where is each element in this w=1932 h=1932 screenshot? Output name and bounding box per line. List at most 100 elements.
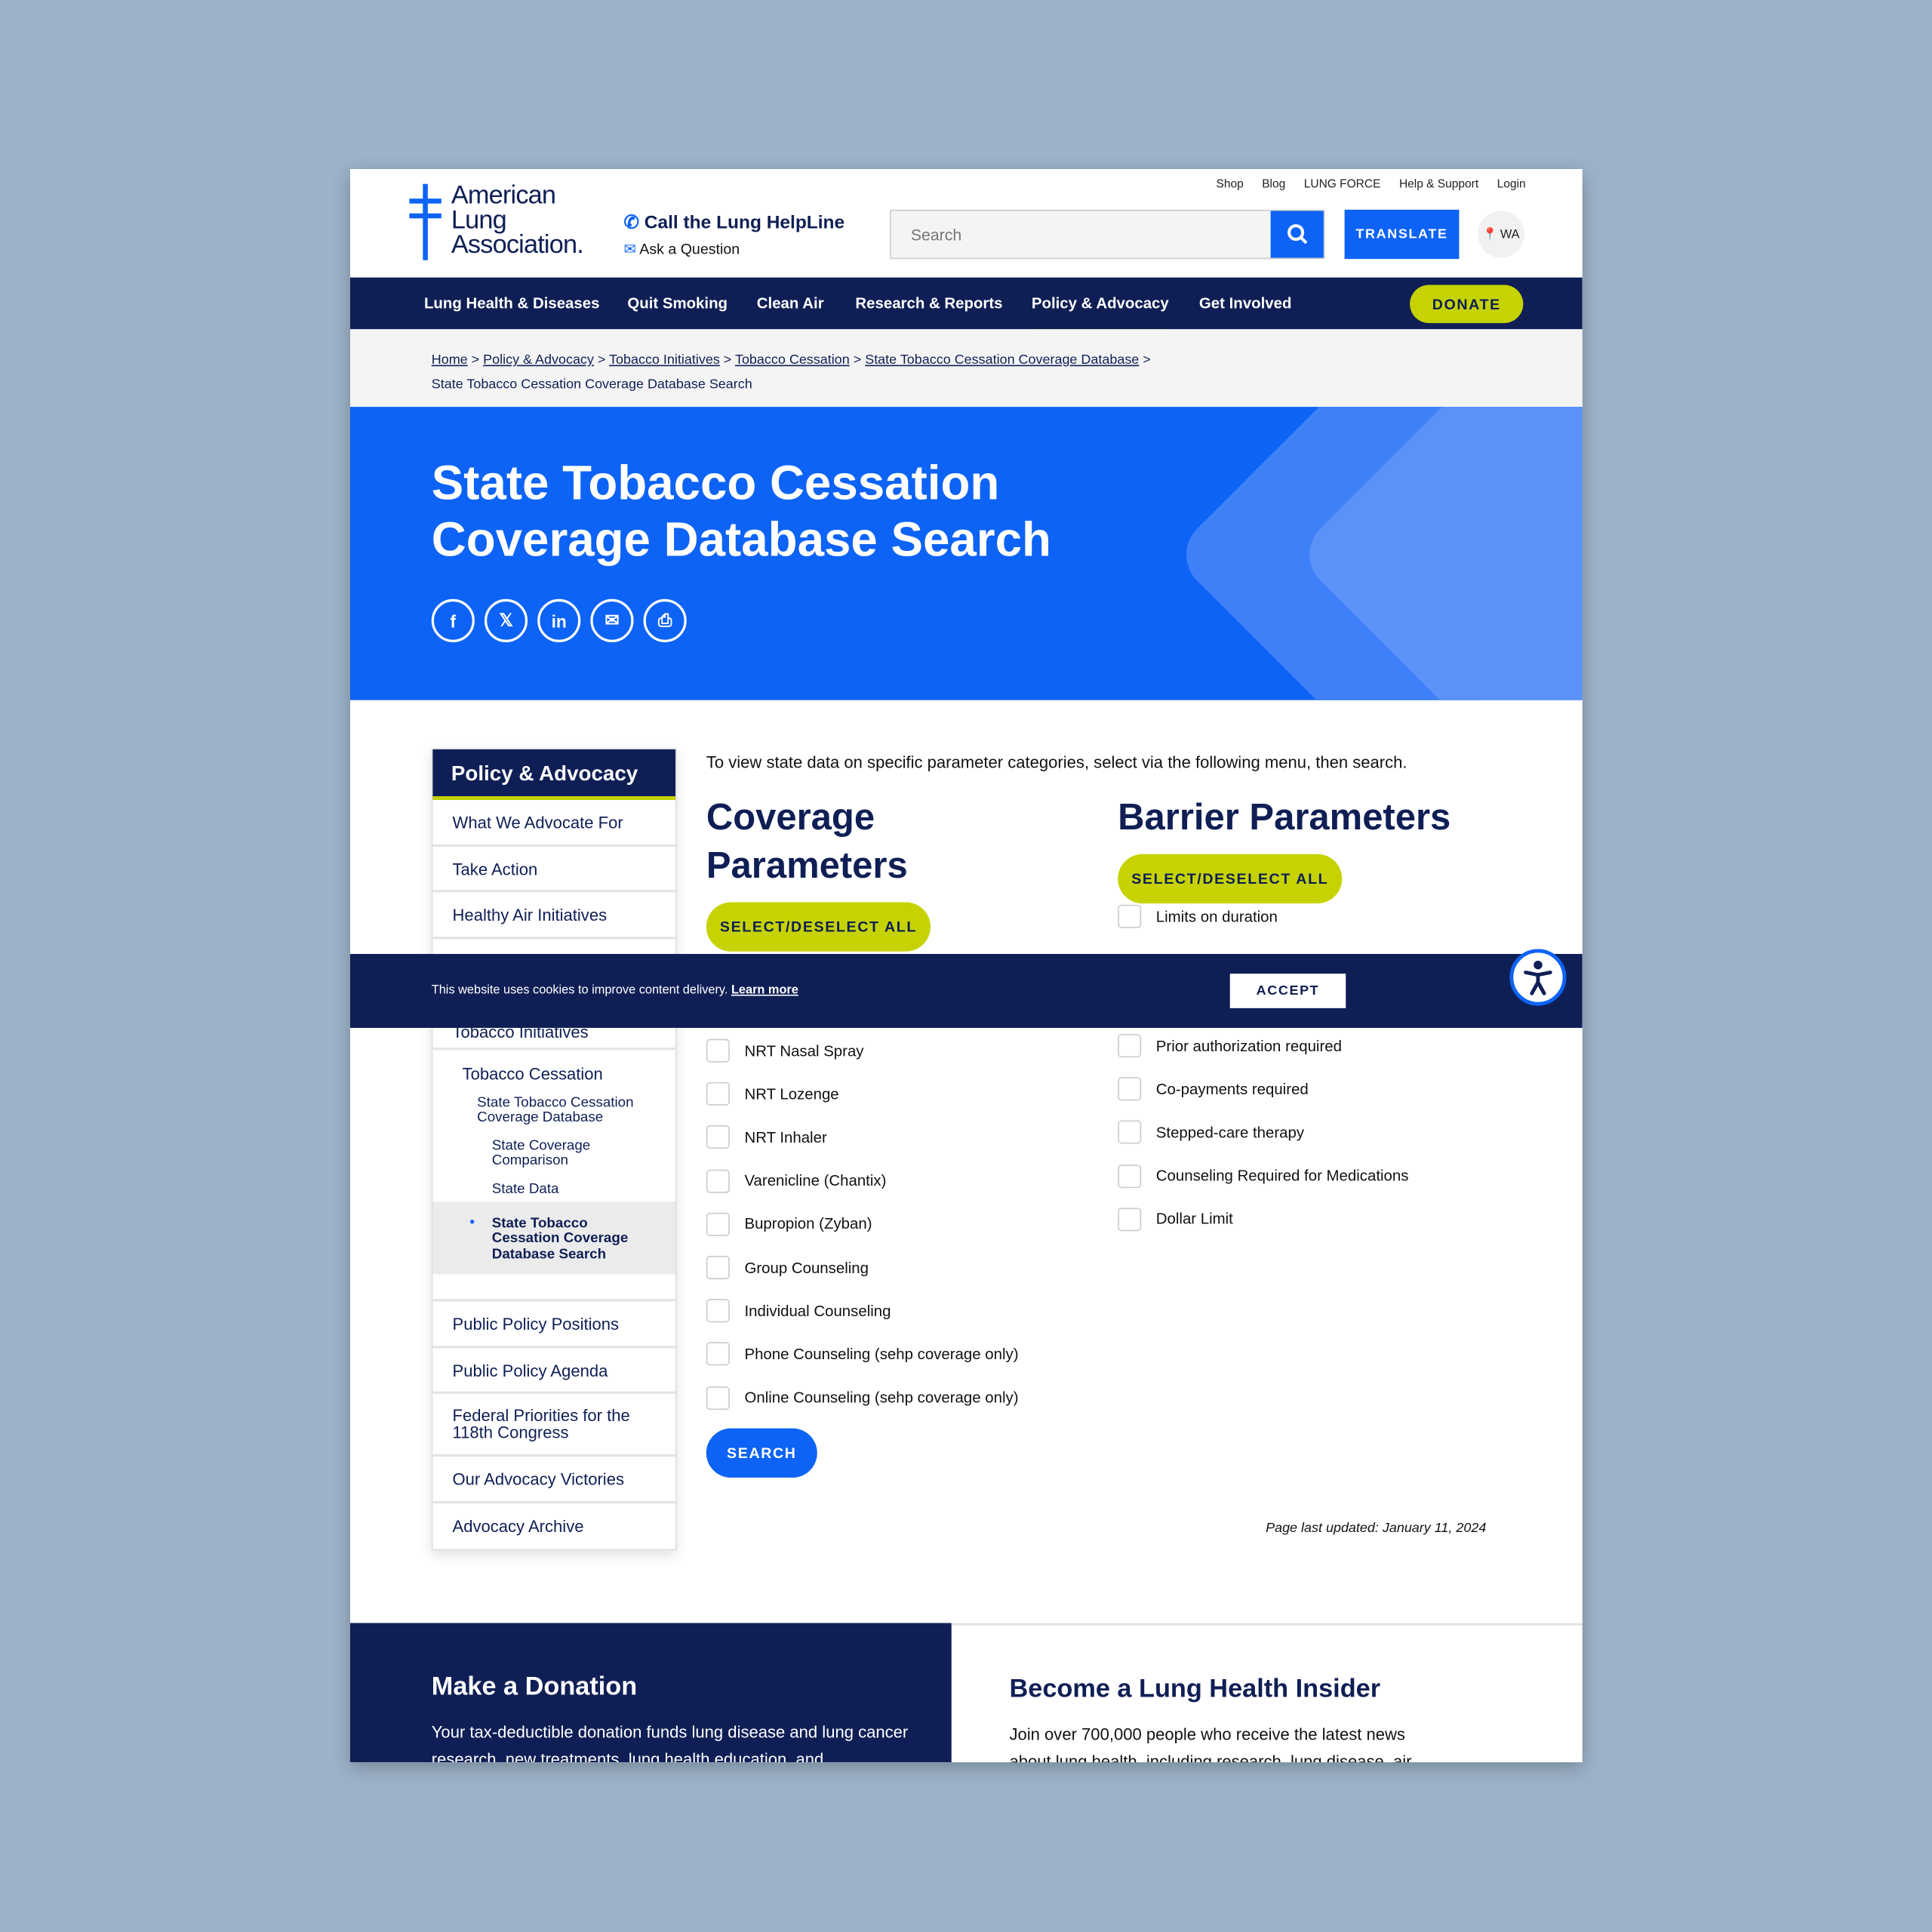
search-submit-button[interactable]: SEARCH (706, 1428, 817, 1478)
nav-research[interactable]: Research & Reports (855, 295, 1002, 312)
checkbox[interactable] (706, 1256, 730, 1280)
mail-icon: ✉ (623, 240, 640, 258)
nav-clean-air[interactable]: Clean Air (757, 295, 824, 312)
link-lung-force[interactable]: LUNG FORCE (1304, 177, 1381, 191)
translate-button[interactable]: TRANSLATE (1344, 209, 1460, 260)
checkbox[interactable] (706, 1038, 730, 1063)
link-blog[interactable]: Blog (1262, 177, 1285, 191)
facebook-icon[interactable]: f (431, 598, 475, 642)
barrier-select-all-button[interactable]: SELECT/DESELECT ALL (1118, 854, 1343, 904)
logo[interactable]: American Lung Association. (407, 181, 584, 260)
crumb-tobacco-cessation[interactable]: Tobacco Cessation (735, 352, 850, 368)
sidebar-sub-grandchild[interactable]: State Data (432, 1169, 675, 1196)
checkbox[interactable] (1118, 1034, 1142, 1058)
sidebar-sub-grandchild[interactable]: State Coverage Comparison (432, 1126, 675, 1169)
sidebar-item[interactable]: Advocacy Archive (432, 1503, 675, 1549)
donate-button[interactable]: DONATE (1410, 285, 1524, 324)
checkbox[interactable] (1118, 904, 1142, 928)
sidebar-item[interactable]: What We Advocate For (432, 800, 676, 847)
learn-more-link[interactable]: Learn more (731, 983, 798, 997)
checkbox-option[interactable]: Dollar Limit (1118, 1208, 1233, 1232)
checkbox-option[interactable]: Phone Counseling (sehp coverage only) (706, 1342, 1019, 1366)
sidebar-item[interactable]: Healthy Air Initiatives (432, 892, 676, 939)
print-icon[interactable]: ⎙ (643, 598, 687, 642)
email-icon[interactable]: ✉ (590, 598, 634, 642)
helpline: ✆ Call the Lung HelpLine ✉ Ask a Questio… (623, 211, 844, 258)
checkbox-label: NRT Nasal Spray (744, 1041, 864, 1060)
checkbox-option[interactable]: Prior authorization required (1118, 1034, 1342, 1058)
search-button[interactable] (1270, 211, 1324, 258)
nav-policy-advocacy[interactable]: Policy & Advocacy (1031, 295, 1170, 334)
sidebar-subnav: Tobacco Cessation State Tobacco Cessatio… (432, 1050, 676, 1302)
link-help[interactable]: Help & Support (1399, 177, 1478, 191)
checkbox[interactable] (706, 1299, 730, 1323)
accept-cookies-button[interactable]: ACCEPT (1229, 974, 1346, 1008)
checkbox-label: Individual Counseling (744, 1302, 891, 1320)
sidebar-item[interactable]: Federal Priorities for the 118th Congres… (432, 1394, 676, 1457)
coverage-select-all-button[interactable]: SELECT/DESELECT ALL (706, 902, 931, 952)
crumb-database[interactable]: State Tobacco Cessation Coverage Databas… (865, 352, 1139, 368)
search-input[interactable] (891, 211, 1271, 258)
nav-get-involved[interactable]: Get Involved (1199, 295, 1292, 312)
checkbox-option[interactable]: Counseling Required for Medications (1118, 1164, 1408, 1188)
checkbox[interactable] (706, 1082, 730, 1106)
checkbox[interactable] (706, 1342, 730, 1366)
sidebar-item[interactable]: Public Policy Positions (432, 1301, 676, 1348)
checkbox-limits-on-duration[interactable]: Limits on duration (1118, 904, 1278, 928)
checkbox-label: Stepped-care therapy (1155, 1124, 1305, 1142)
checkbox-label: Online Counseling (sehp coverage only) (744, 1389, 1019, 1407)
logo-line: American (451, 181, 556, 210)
x-icon[interactable]: 𝕏 (484, 598, 528, 642)
crumb-home[interactable]: Home (432, 352, 468, 368)
nav-lung-health[interactable]: Lung Health & Diseases (424, 295, 600, 312)
accessibility-button[interactable] (1509, 949, 1567, 1006)
checkbox-label: Varenicline (Chantix) (744, 1172, 887, 1190)
checkbox[interactable] (1118, 1164, 1142, 1188)
checkbox-option[interactable]: Varenicline (Chantix) (706, 1169, 887, 1193)
checkbox-label: Bupropion (Zyban) (744, 1215, 872, 1233)
checkbox-option[interactable]: NRT Lozenge (706, 1082, 839, 1106)
sidebar-title[interactable]: Policy & Advocacy (432, 749, 676, 800)
bullet-icon: • (469, 1214, 475, 1229)
checkbox-label: Counseling Required for Medications (1155, 1167, 1409, 1185)
sidebar-item[interactable]: Public Policy Agenda (432, 1348, 676, 1394)
nav-quit-smoking[interactable]: Quit Smoking (627, 295, 728, 312)
checkbox-option[interactable]: Stepped-care therapy (1118, 1121, 1305, 1145)
checkbox-option[interactable]: Online Counseling (sehp coverage only) (706, 1386, 1019, 1410)
accessibility-icon (1524, 961, 1552, 995)
page-title: State Tobacco Cessation Coverage Databas… (431, 457, 1051, 568)
helpline-link[interactable]: Call the Lung HelpLine (645, 212, 844, 233)
donation-title: Make a Donation (431, 1672, 638, 1701)
checkbox-option[interactable]: NRT Inhaler (706, 1125, 827, 1149)
linkedin-icon[interactable]: in (537, 598, 581, 642)
sidebar-sub-child[interactable]: State Tobacco Cessation Coverage Databas… (432, 1083, 675, 1126)
checkbox[interactable] (1118, 1208, 1142, 1232)
link-shop[interactable]: Shop (1216, 177, 1243, 191)
checkbox[interactable] (706, 1125, 730, 1149)
checkbox-option[interactable]: Group Counseling (706, 1256, 869, 1280)
crumb-policy[interactable]: Policy & Advocacy (483, 352, 594, 368)
crumb-current: State Tobacco Cessation Coverage Databas… (431, 377, 752, 392)
checkbox[interactable] (706, 1386, 730, 1410)
crumb-tobacco-initiatives[interactable]: Tobacco Initiatives (609, 352, 720, 368)
ask-question-link[interactable]: Ask a Question (639, 241, 740, 258)
breadcrumb: Home > Policy & Advocacy > Tobacco Initi… (350, 329, 1583, 408)
donation-section: Make a Donation Your tax-deductible dona… (350, 1623, 952, 1763)
checkbox[interactable] (706, 1212, 730, 1236)
link-login[interactable]: Login (1497, 177, 1526, 191)
sidebar-item[interactable]: Our Advocacy Victories (432, 1457, 676, 1503)
checkbox-option[interactable]: Individual Counseling (706, 1299, 891, 1323)
location-button[interactable]: 📍 WA (1477, 211, 1524, 258)
checkbox-option[interactable]: NRT Nasal Spray (706, 1038, 864, 1063)
checkbox[interactable] (1118, 1121, 1142, 1145)
sidebar-sub-parent[interactable]: Tobacco Cessation (432, 1064, 675, 1082)
checkbox-label: Limits on duration (1155, 907, 1278, 925)
lung-cross-icon (409, 183, 441, 260)
checkbox-label: NRT Inhaler (744, 1128, 827, 1146)
checkbox[interactable] (1118, 1077, 1142, 1101)
checkbox-option[interactable]: Bupropion (Zyban) (706, 1212, 872, 1236)
sidebar-sub-active[interactable]: • State Tobacco Cessation Coverage Databa… (432, 1201, 676, 1275)
checkbox[interactable] (706, 1169, 730, 1193)
sidebar-item[interactable]: Take Action (432, 846, 676, 893)
checkbox-option[interactable]: Co-payments required (1118, 1077, 1309, 1101)
